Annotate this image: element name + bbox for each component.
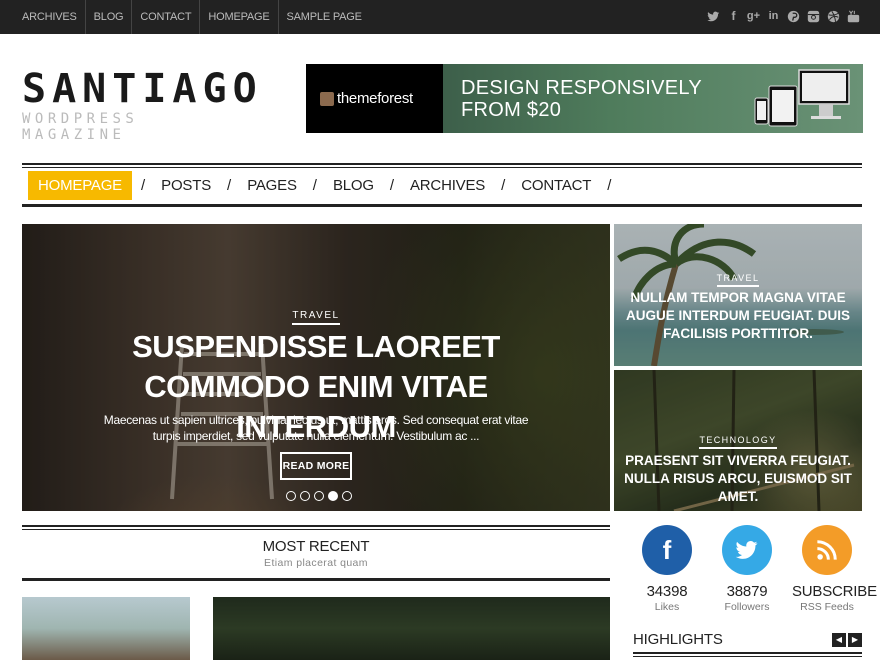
pinterest-icon[interactable] [787, 9, 800, 23]
banner-line-2: FROM $20 [461, 99, 562, 121]
highlights-heading: HIGHLIGHTS [633, 631, 723, 648]
most-recent-heading: MOST RECENT [262, 538, 370, 555]
nav-item-homepage[interactable]: HOMEPAGE [28, 171, 132, 200]
top-link-blog[interactable]: BLOG [86, 0, 133, 34]
slider-dot[interactable] [314, 491, 324, 501]
section-rule [633, 652, 862, 654]
slider-dot[interactable] [342, 491, 352, 501]
nav-item-archives[interactable]: ARCHIVES [403, 171, 492, 200]
read-more-button[interactable]: READ MORE [280, 452, 352, 480]
highlights-controls: ◀ ▶ [832, 633, 862, 647]
nav-rule [22, 167, 862, 168]
slider-pagination [286, 491, 352, 501]
rss-icon[interactable] [802, 525, 852, 575]
section-rule [22, 525, 610, 527]
nav-item-posts[interactable]: POSTS [154, 171, 218, 200]
slider-dot-active[interactable] [328, 491, 338, 501]
rss-label: RSS Feeds [800, 601, 854, 613]
twitter-icon[interactable] [707, 9, 720, 23]
google-plus-icon[interactable]: g+ [747, 9, 760, 23]
banner-message: DESIGN RESPONSIVELY FROM $20 [443, 64, 863, 133]
section-rule [22, 578, 610, 581]
featured-card[interactable]: TRAVEL NULLAM TEMPOR MAGNA VITAE AUGUE I… [614, 224, 862, 366]
featured-card[interactable]: TECHNOLOGY PRAESENT SIT VIVERRA FEUGIAT.… [614, 370, 862, 511]
main-nav: HOMEPAGE / POSTS / PAGES / BLOG / ARCHIV… [28, 171, 620, 200]
facebook-icon[interactable]: f [642, 525, 692, 575]
top-link-contact[interactable]: CONTACT [132, 0, 201, 34]
twitter-icon[interactable] [722, 525, 772, 575]
prev-arrow-icon[interactable]: ◀ [832, 633, 846, 647]
banner-line-1: DESIGN RESPONSIVELY [461, 77, 702, 99]
card-category[interactable]: TRAVEL [614, 268, 862, 287]
top-link-homepage[interactable]: HOMEPAGE [200, 0, 279, 34]
twitter-label: Followers [724, 601, 770, 613]
facebook-icon[interactable]: f [727, 9, 740, 23]
most-recent-subtitle: Etiam placerat quam [264, 557, 368, 569]
devices-icon [754, 69, 850, 127]
banner-brand-text: themeforest [337, 90, 413, 107]
site-title: SANTIAGO [22, 66, 263, 112]
nav-separator: / [312, 177, 317, 194]
dribbble-icon[interactable] [827, 9, 840, 23]
nav-rule [22, 204, 862, 207]
hero-excerpt: Maecenas ut sapien ultrices, pulvinar le… [103, 413, 529, 443]
card-title[interactable]: NULLAM TEMPOR MAGNA VITAE AUGUE INTERDUM… [624, 289, 852, 343]
section-rule [633, 656, 862, 657]
banner-ad[interactable]: themeforest DESIGN RESPONSIVELY FROM $20 [306, 64, 863, 133]
section-rule [22, 529, 610, 530]
next-arrow-icon[interactable]: ▶ [848, 633, 862, 647]
nav-separator: / [389, 177, 394, 194]
themeforest-leaf-icon [320, 91, 334, 106]
nav-item-pages[interactable]: PAGES [240, 171, 304, 200]
rss-counter[interactable]: SUBSCRIBE RSS Feeds [792, 525, 877, 613]
facebook-count: 34398 [646, 583, 688, 600]
slider-dot[interactable] [286, 491, 296, 501]
youtube-icon[interactable] [847, 9, 860, 23]
site-tagline: WORDPRESS MAGAZINE [22, 111, 139, 143]
top-links: ARCHIVES BLOG CONTACT HOMEPAGE SAMPLE PA… [14, 0, 370, 34]
nav-separator: / [227, 177, 232, 194]
nav-item-contact[interactable]: CONTACT [514, 171, 598, 200]
instagram-icon[interactable] [807, 9, 820, 23]
facebook-counter[interactable]: f 34398 Likes [632, 525, 702, 613]
rss-subscribe: SUBSCRIBE [792, 583, 877, 600]
hero-slider[interactable]: TRAVEL SUSPENDISSE LAOREET COMMODO ENIM … [22, 224, 610, 511]
social-links: f g+ in [707, 9, 860, 23]
nav-separator: / [501, 177, 506, 194]
nav-item-blog[interactable]: BLOG [326, 171, 381, 200]
twitter-count: 38879 [726, 583, 768, 600]
linkedin-icon[interactable]: in [767, 9, 780, 23]
nav-rule [22, 163, 862, 165]
post-thumbnail[interactable] [213, 597, 610, 660]
hero-category[interactable]: TRAVEL [22, 305, 610, 325]
top-link-sample-page[interactable]: SAMPLE PAGE [279, 0, 370, 34]
banner-brand: themeforest [306, 64, 443, 133]
slider-dot[interactable] [300, 491, 310, 501]
nav-separator: / [140, 177, 146, 194]
nav-separator: / [607, 177, 612, 194]
twitter-counter[interactable]: 38879 Followers [712, 525, 782, 613]
top-bar: ARCHIVES BLOG CONTACT HOMEPAGE SAMPLE PA… [0, 0, 880, 34]
top-link-archives[interactable]: ARCHIVES [14, 0, 86, 34]
card-category[interactable]: TECHNOLOGY [614, 430, 862, 449]
site-logo[interactable]: SANTIAGO WORDPRESS MAGAZINE [22, 66, 263, 143]
card-title[interactable]: PRAESENT SIT VIVERRA FEUGIAT. NULLA RISU… [624, 452, 852, 506]
post-thumbnail[interactable] [22, 597, 190, 660]
facebook-label: Likes [654, 601, 680, 613]
